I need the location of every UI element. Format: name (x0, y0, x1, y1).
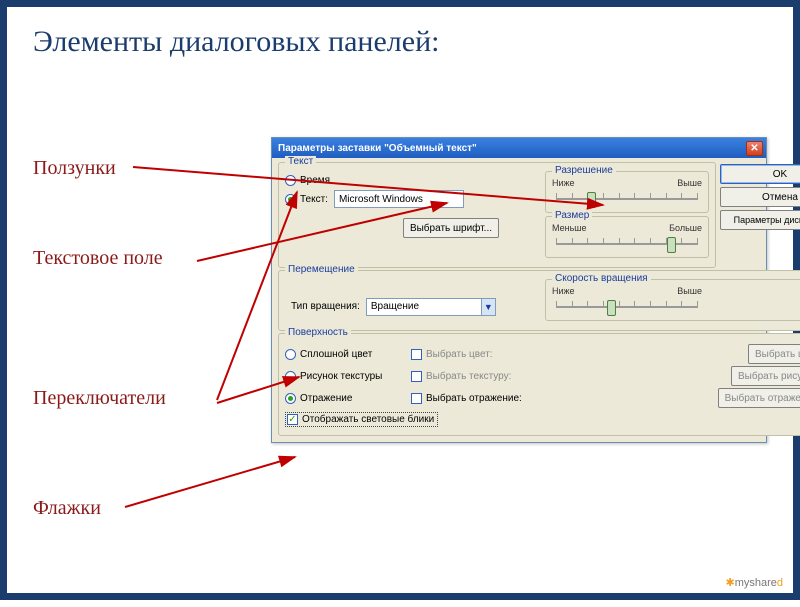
resolution-high-label: Выше (677, 178, 702, 188)
label-checkbox: Флажки (33, 497, 101, 520)
label-textfield: Текстовое поле (33, 247, 163, 270)
radio-icon (285, 349, 296, 360)
checkbox-texture-label: Выбрать текстуру: (426, 371, 511, 382)
group-size: Размер Меньше Больше (545, 216, 709, 258)
radio-solid-color[interactable]: Сплошной цвет (285, 349, 405, 360)
group-text: Текст Время Текст: Выб (278, 162, 716, 268)
checkbox-icon (411, 393, 422, 404)
rotation-type-label: Тип вращения: (285, 301, 360, 312)
checkbox-reflection[interactable]: Выбрать отражение: (411, 393, 522, 404)
radio-texture[interactable]: Рисунок текстуры (285, 371, 405, 382)
group-movement: Перемещение Тип вращения: Вращение ▼ Ско… (278, 270, 800, 331)
legend-surface: Поверхность (285, 327, 351, 338)
checkbox-color-label: Выбрать цвет: (426, 349, 493, 360)
checkbox-color: Выбрать цвет: (411, 349, 493, 360)
display-params-button[interactable]: Параметры дисплея... (720, 210, 800, 230)
ok-button[interactable]: OK (720, 164, 800, 184)
legend-size: Размер (552, 210, 592, 221)
radio-reflection-label: Отражение (300, 393, 352, 404)
radio-icon (285, 371, 296, 382)
chevron-down-icon: ▼ (481, 299, 495, 315)
choose-reflection-button: Выбрать отражение... (718, 388, 800, 408)
label-radio: Переключатели (33, 387, 166, 410)
group-speed: Скорость вращения Ниже Выше (545, 279, 800, 321)
radio-text[interactable]: Текст: (285, 194, 328, 205)
radio-icon (285, 393, 296, 404)
rotation-type-value: Вращение (371, 301, 419, 312)
radio-solid-label: Сплошной цвет (300, 349, 372, 360)
group-surface: Поверхность Сплошной цвет Выбрать цвет: … (278, 333, 800, 436)
checkbox-icon (411, 371, 422, 382)
legend-movement: Перемещение (285, 264, 358, 275)
checkbox-icon (287, 414, 298, 425)
choose-texture-button: Выбрать рисунок... (731, 366, 800, 386)
legend-resolution: Разрешение (552, 165, 616, 176)
radio-time-label: Время (300, 175, 330, 186)
text-input[interactable] (334, 190, 464, 208)
choose-color-button: Выбрать цвет... (748, 344, 800, 364)
size-high-label: Больше (669, 223, 702, 233)
radio-icon (285, 175, 296, 186)
checkbox-icon (411, 349, 422, 360)
radio-time[interactable]: Время (285, 175, 330, 186)
choose-font-button[interactable]: Выбрать шрифт... (403, 218, 499, 238)
radio-texture-label: Рисунок текстуры (300, 371, 382, 382)
watermark: ✱myshared (725, 576, 783, 589)
screensaver-settings-dialog: Параметры заставки "Объемный текст" ✕ Те… (271, 137, 767, 443)
legend-speed: Скорость вращения (552, 273, 651, 284)
checkbox-flares-label: Отображать световые блики (302, 414, 434, 425)
resolution-slider[interactable] (552, 188, 702, 208)
speed-low-label: Ниже (552, 286, 575, 296)
speed-high-label: Выше (677, 286, 702, 296)
rotation-type-select[interactable]: Вращение ▼ (366, 298, 496, 316)
speed-slider[interactable] (552, 296, 702, 316)
size-slider[interactable] (552, 233, 702, 253)
checkbox-texture: Выбрать текстуру: (411, 371, 511, 382)
resolution-low-label: Ниже (552, 178, 575, 188)
radio-icon (285, 194, 296, 205)
label-sliders: Ползунки (33, 157, 116, 180)
close-icon: ✕ (750, 143, 758, 154)
titlebar[interactable]: Параметры заставки "Объемный текст" ✕ (272, 138, 766, 158)
radio-text-label: Текст: (300, 194, 328, 205)
checkbox-flares[interactable]: Отображать световые блики (285, 412, 438, 427)
radio-reflection[interactable]: Отражение (285, 393, 405, 404)
legend-text: Текст (285, 156, 316, 167)
group-resolution: Разрешение Ниже Выше (545, 171, 709, 213)
slide-title: Элементы диалоговых панелей: (7, 7, 793, 77)
cancel-button[interactable]: Отмена (720, 187, 800, 207)
size-low-label: Меньше (552, 223, 587, 233)
dialog-title: Параметры заставки "Объемный текст" (278, 143, 477, 154)
checkbox-reflection-label: Выбрать отражение: (426, 393, 522, 404)
close-button[interactable]: ✕ (746, 141, 763, 156)
